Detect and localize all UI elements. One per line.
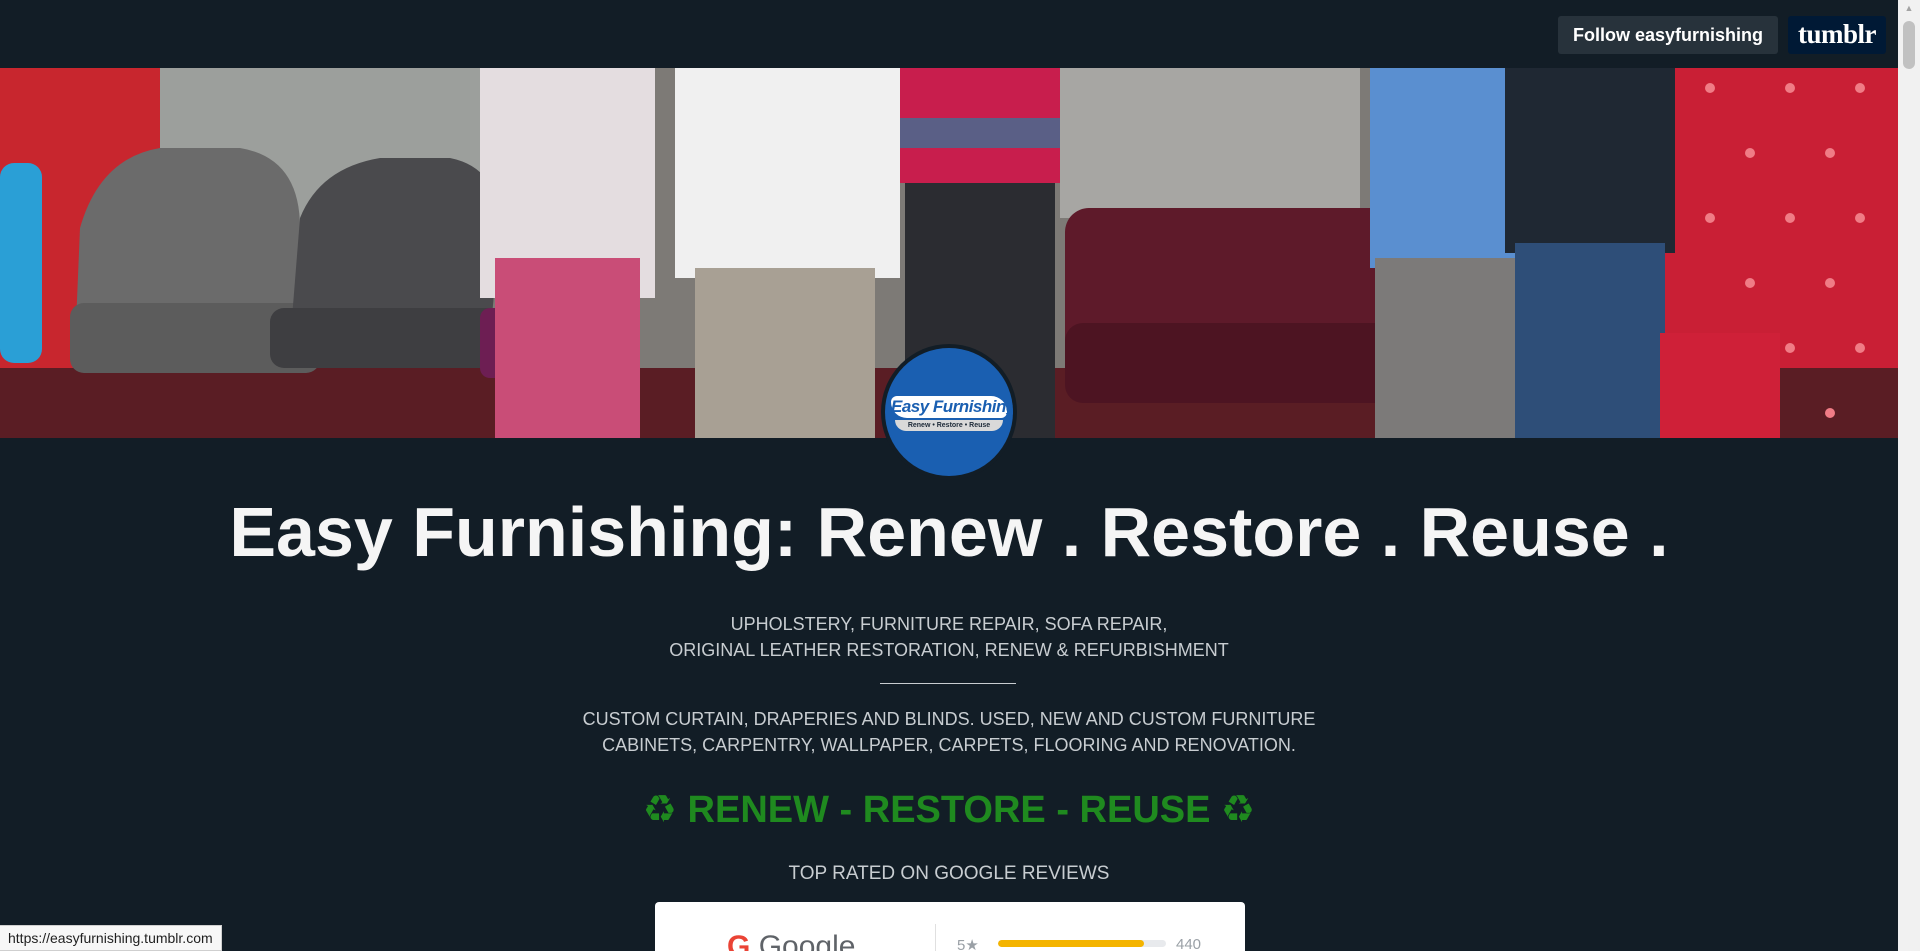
blog-title[interactable]: Easy Furnishing: Renew . Restore . Reuse… [0,488,1898,576]
blog-description-services: UPHOLSTERY, FURNITURE REPAIR, SOFA REPAI… [0,611,1898,663]
description-divider [880,683,1016,684]
google-reviews-widget[interactable]: G Google 5★ 440 [655,902,1245,951]
slogan-heading: ♻ RENEW - RESTORE - REUSE ♻ [642,789,1256,831]
rating-bar [998,940,1166,947]
top-bar: Follow easyfurnishing tumblr [0,0,1898,68]
follow-button[interactable]: Follow easyfurnishing [1558,16,1779,54]
description-line: UPHOLSTERY, FURNITURE REPAIR, SOFA REPAI… [730,614,1168,634]
description-line: CUSTOM CURTAIN, DRAPERIES AND BLINDS. US… [582,709,1316,729]
page-scrollbar[interactable]: ▲ [1898,0,1920,951]
avatar-logo-text: Easy Furnishing [891,396,1013,418]
blog-avatar[interactable]: Easy Furnishing Renew • Restore • Reuse [881,344,1017,480]
reviews-heading: TOP RATED ON GOOGLE REVIEWS [788,863,1110,884]
scrollbar-thumb[interactable] [1903,21,1915,69]
star-rating-label: 5★ [957,937,979,951]
tumblr-blog-page: Follow easyfurnishing tumblr Easy Furnis… [0,0,1898,951]
card-divider [935,924,936,951]
google-logo: G Google [727,929,855,951]
description-line: CABINETS, CARPENTRY, WALLPAPER, CARPETS,… [602,735,1296,755]
rating-count: 440 [1176,936,1202,951]
description-line: ORIGINAL LEATHER RESTORATION, RENEW & RE… [669,640,1229,660]
blog-description-products: CUSTOM CURTAIN, DRAPERIES AND BLINDS. US… [0,706,1898,758]
link-status-url: https://easyfurnishing.tumblr.com [0,925,222,951]
avatar-logo: Easy Furnishing Renew • Restore • Reuse [885,348,1013,476]
tumblr-logo[interactable]: tumblr [1788,16,1886,54]
scroll-up-arrow-icon[interactable]: ▲ [1898,0,1920,17]
google-g-icon: G [727,930,751,951]
rating-bar-fill [998,940,1145,947]
google-label: Google [758,930,856,951]
avatar-logo-tagline: Renew • Restore • Reuse [895,420,1003,431]
